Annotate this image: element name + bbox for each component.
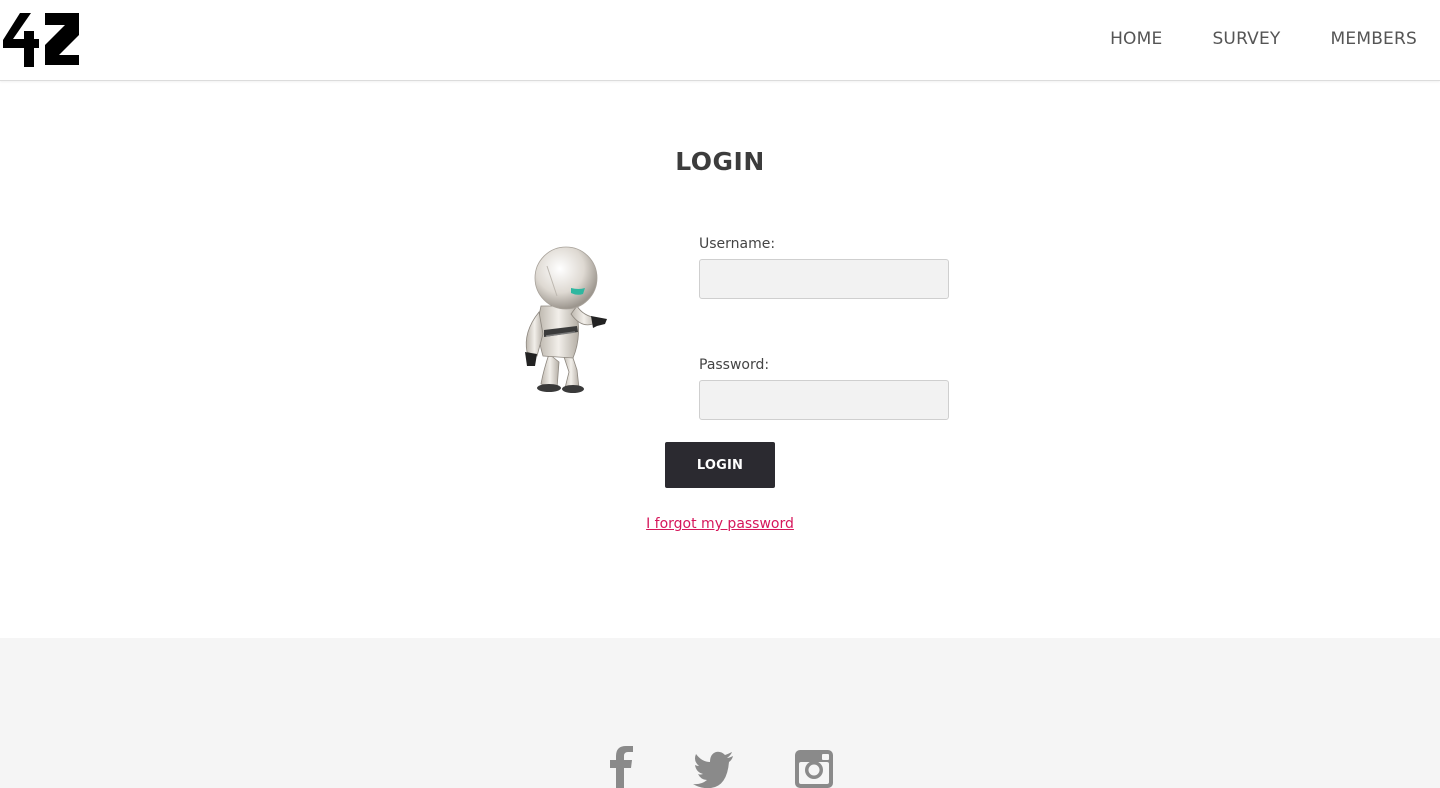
- site-header: HOME SURVEY MEMBERS: [0, 0, 1440, 81]
- main-nav: HOME SURVEY MEMBERS: [1110, 27, 1417, 51]
- forgot-password-container: I forgot my password: [0, 516, 1440, 532]
- username-label: Username:: [699, 236, 776, 252]
- twitter-icon[interactable]: [693, 746, 735, 788]
- page-title: LOGIN: [675, 147, 765, 176]
- password-label: Password:: [699, 357, 770, 373]
- username-input[interactable]: [699, 259, 949, 299]
- logo-42[interactable]: [3, 13, 81, 67]
- instagram-icon[interactable]: [793, 746, 835, 788]
- nav-members[interactable]: MEMBERS: [1331, 27, 1417, 51]
- forgot-password-link[interactable]: I forgot my password: [646, 516, 794, 532]
- site-footer: [0, 638, 1440, 788]
- nav-survey[interactable]: SURVEY: [1212, 27, 1280, 51]
- nav-home[interactable]: HOME: [1110, 27, 1162, 51]
- login-button[interactable]: LOGIN: [665, 442, 775, 488]
- facebook-icon[interactable]: [606, 746, 636, 788]
- robot-illustration: [525, 246, 607, 393]
- password-input[interactable]: [699, 380, 949, 420]
